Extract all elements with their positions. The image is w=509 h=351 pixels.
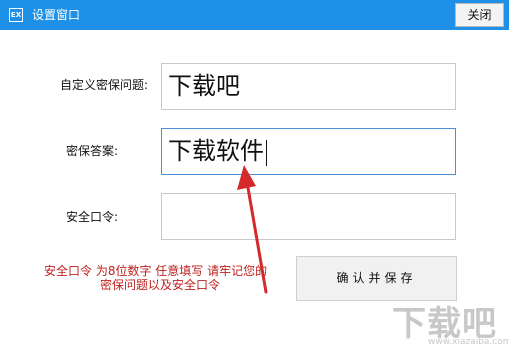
watermark-url: www.xiazaiba.com — [428, 337, 509, 347]
settings-window: EX 设置窗口 关闭 自定义密保问题: 下载吧 密保答案: 下载软件 安全口令:… — [0, 0, 509, 351]
